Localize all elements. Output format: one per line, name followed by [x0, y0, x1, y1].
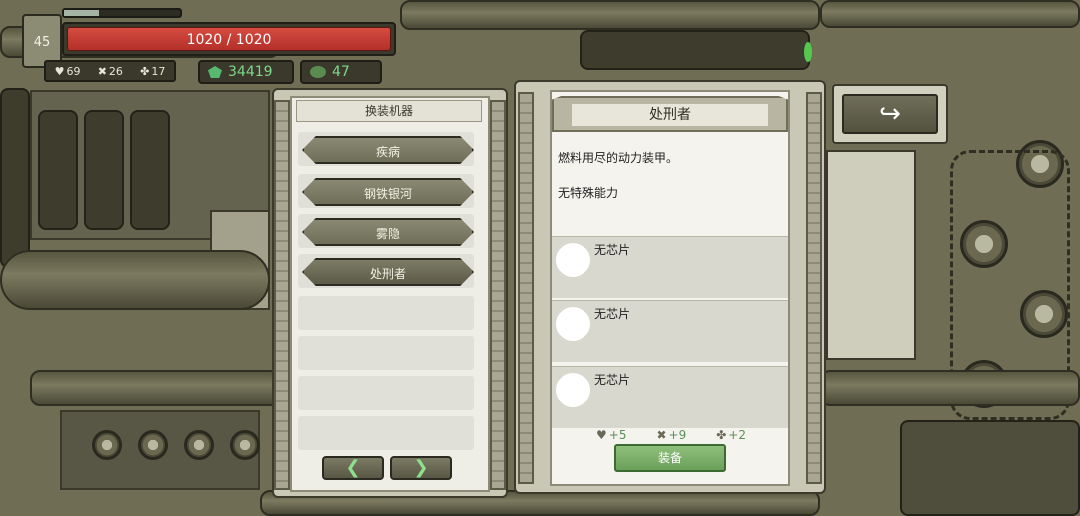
machine-item-mist[interactable]: 雾隐: [302, 218, 474, 246]
machine-detail-panel: 处刑者 燃料用尽的动力装甲。 无特殊能力 无芯片 无芯片 无芯片 ♥ +5 ✖ +9…: [514, 80, 826, 494]
back-button[interactable]: ↪: [832, 84, 948, 144]
machine-name: 处刑者: [572, 104, 768, 126]
bonus-stats: ♥ +5 ✖ +9 ✤ +2: [596, 428, 746, 442]
chip-label: 无芯片: [594, 307, 631, 321]
hp-bar: 1020 / 1020: [67, 27, 391, 51]
ore-counter: 47: [300, 60, 382, 84]
heart-icon: ♥: [596, 428, 607, 442]
gem-counter: 34419: [198, 60, 294, 84]
chip-icon: [556, 373, 590, 407]
machine-slot: [298, 296, 474, 330]
machine-list-title: 换装机器: [296, 100, 482, 122]
bonus-hearts: +5: [608, 428, 627, 442]
clover-icon: ✤: [716, 428, 727, 442]
chip-slot[interactable]: 无芯片: [552, 236, 788, 298]
chip-label: 无芯片: [594, 373, 631, 387]
chip-slot[interactable]: 无芯片: [552, 300, 788, 362]
stat-attack: 26: [108, 64, 123, 78]
bonus-luck: +2: [728, 428, 746, 442]
xp-bar: [62, 8, 182, 18]
player-hud: 45 1020 / 1020 ♥ 69 ✖ 26 ✤ 17 34419 47: [18, 6, 398, 84]
machine-item-executioner[interactable]: 处刑者: [302, 258, 474, 286]
right-rail: [490, 100, 506, 490]
machine-ability: 无特殊能力: [558, 186, 619, 200]
heart-icon: ♥: [54, 64, 65, 78]
crossed-swords-icon: ✖: [97, 64, 107, 78]
clover-icon: ✤: [140, 64, 150, 78]
chip-slot[interactable]: 无芯片: [552, 366, 788, 428]
return-arrow-icon: ↪: [842, 94, 938, 134]
prev-page-button[interactable]: ❮: [322, 456, 384, 480]
xp-fill: [64, 10, 99, 16]
ore-icon: [310, 66, 326, 78]
equip-button[interactable]: 装备: [614, 444, 726, 472]
left-rail: [518, 92, 534, 484]
chip-icon: [556, 307, 590, 341]
left-rail: [274, 100, 290, 490]
stat-strip: ♥ 69 ✖ 26 ✤ 17: [44, 60, 176, 82]
next-page-button[interactable]: ❯: [390, 456, 452, 480]
stat-hearts: 69: [66, 64, 81, 78]
leaf-decoration: [804, 42, 812, 62]
machine-description: 燃料用尽的动力装甲。: [558, 151, 679, 165]
stat-luck: 17: [151, 64, 166, 78]
machine-slot: [298, 376, 474, 410]
chip-label: 无芯片: [594, 243, 631, 257]
gem-count: 34419: [228, 64, 273, 80]
machine-slot: [298, 336, 474, 370]
gem-icon: [208, 66, 222, 78]
hp-frame: 1020 / 1020: [62, 22, 396, 56]
machine-item-steel-galaxy[interactable]: 钢铁银河: [302, 178, 474, 206]
crossed-swords-icon: ✖: [656, 428, 667, 442]
right-rail: [806, 92, 822, 484]
machine-list-panel: 换装机器 疾病 钢铁银河 雾隐 处刑者 ❮ ❯: [272, 88, 508, 498]
machine-slot: [298, 416, 474, 450]
ore-count: 47: [332, 64, 350, 80]
bonus-attack: +9: [668, 428, 687, 442]
chip-icon: [556, 243, 590, 277]
machine-item-disease[interactable]: 疾病: [302, 136, 474, 164]
